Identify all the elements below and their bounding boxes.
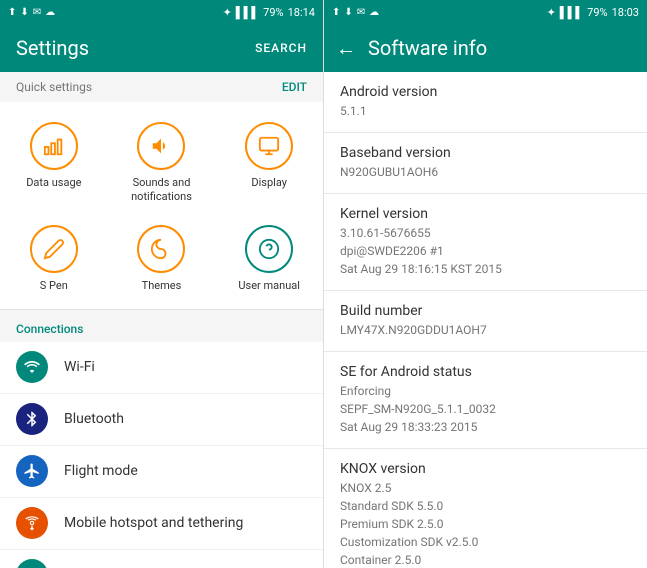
status-right-left-icons: ⬆ ⬇ ✉ ☁	[332, 7, 379, 18]
quick-settings-grid: Data usage Sounds and notifications Disp…	[0, 102, 323, 309]
signal-icon: ▌▌▌	[236, 6, 259, 19]
kernel-version-value: 3.10.61-5676655 dpi@SWDE2206 #1 Sat Aug …	[340, 224, 631, 278]
status-bar-right: ⬆ ⬇ ✉ ☁ ✦ ▌▌▌ 79% 18:03	[324, 0, 647, 24]
status-left-icons: ⬆ ⬇ ✉ ☁	[8, 7, 55, 18]
spen-label: S Pen	[40, 279, 68, 293]
software-info-title: Software info	[368, 36, 487, 60]
hotspot-label: Mobile hotspot and tethering	[64, 515, 243, 531]
message-icon-r: ✉	[357, 7, 365, 18]
flight-mode-item[interactable]: Flight mode	[0, 446, 323, 498]
display-label: Display	[251, 176, 287, 190]
display-icon-circle	[245, 122, 293, 170]
bluetooth-item[interactable]: Bluetooth	[0, 394, 323, 446]
download-icon: ⬇	[20, 7, 28, 18]
cloud-icon: ☁	[45, 7, 55, 18]
software-info-panel: ⬆ ⬇ ✉ ☁ ✦ ▌▌▌ 79% 18:03 ← Software info …	[323, 0, 647, 568]
status-right-icons: ✦ ▌▌▌ 79% 18:14	[223, 6, 315, 19]
toolbar-left: Settings SEARCH	[0, 24, 323, 72]
sounds-icon-circle	[137, 122, 185, 170]
quick-item-spen[interactable]: S Pen	[0, 213, 108, 301]
knox-version-value: KNOX 2.5 Standard SDK 5.5.0 Premium SDK …	[340, 479, 631, 568]
status-right-right-icons: ✦ ▌▌▌ 79% 18:03	[547, 6, 639, 19]
themes-icon-circle	[137, 225, 185, 273]
software-info-list: Android version 5.1.1 Baseband version N…	[324, 72, 647, 568]
quick-item-data-usage[interactable]: Data usage	[0, 110, 108, 213]
build-number-value: LMY47X.N920GDDU1AOH7	[340, 321, 631, 339]
quick-item-themes[interactable]: Themes	[108, 213, 216, 301]
quick-item-display[interactable]: Display	[215, 110, 323, 213]
time-right: 18:03	[612, 6, 639, 19]
quick-item-user-manual[interactable]: User manual	[215, 213, 323, 301]
bluetooth-icon	[16, 403, 48, 435]
bluetooth-status-icon: ✦	[223, 6, 232, 19]
edit-button[interactable]: EDIT	[282, 80, 307, 94]
user-manual-label: User manual	[238, 279, 300, 293]
quick-item-sounds[interactable]: Sounds and notifications	[108, 110, 216, 213]
download-icon-r: ⬇	[344, 7, 352, 18]
upload-icon-r: ⬆	[332, 7, 340, 18]
battery-right: 79%	[587, 6, 607, 19]
build-number-item: Build number LMY47X.N920GDDU1AOH7	[324, 291, 647, 352]
connections-section-header: Connections	[0, 310, 323, 342]
data-usage-item[interactable]: Data usage	[0, 550, 323, 568]
upload-icon: ⬆	[8, 7, 16, 18]
knox-version-label: KNOX version	[340, 461, 631, 477]
android-version-item: Android version 5.1.1	[324, 72, 647, 133]
themes-label: Themes	[142, 279, 182, 293]
wifi-label: Wi-Fi	[64, 359, 95, 375]
connections-list: Wi-Fi Bluetooth Flight mode Mobile hotsp…	[0, 342, 323, 568]
toolbar-right: ← Software info	[324, 24, 647, 72]
quick-settings-label: Quick settings	[16, 80, 92, 94]
user-manual-icon-circle	[245, 225, 293, 273]
data-usage-label: Data usage	[26, 176, 81, 190]
baseband-version-item: Baseband version N920GUBU1AOH6	[324, 133, 647, 194]
baseband-version-label: Baseband version	[340, 145, 631, 161]
sounds-label: Sounds and notifications	[116, 176, 208, 205]
android-version-label: Android version	[340, 84, 631, 100]
data-usage-icon-circle	[30, 122, 78, 170]
se-android-item: SE for Android status Enforcing SEPF_SM-…	[324, 352, 647, 449]
knox-version-item: KNOX version KNOX 2.5 Standard SDK 5.5.0…	[324, 449, 647, 568]
hotspot-icon	[16, 507, 48, 539]
kernel-version-item: Kernel version 3.10.61-5676655 dpi@SWDE2…	[324, 194, 647, 291]
se-android-label: SE for Android status	[340, 364, 631, 380]
battery-left: 79%	[263, 6, 283, 19]
spen-icon-circle	[30, 225, 78, 273]
bluetooth-status-icon-r: ✦	[547, 6, 556, 19]
time-left: 18:14	[288, 6, 315, 19]
wifi-icon	[16, 351, 48, 383]
cloud-icon-r: ☁	[369, 7, 379, 18]
message-icon: ✉	[33, 7, 41, 18]
back-button[interactable]: ←	[336, 36, 356, 61]
data-usage-2-icon	[16, 559, 48, 568]
flight-mode-label: Flight mode	[64, 463, 138, 479]
android-version-value: 5.1.1	[340, 102, 631, 120]
settings-title: Settings	[16, 36, 89, 60]
se-android-value: Enforcing SEPF_SM-N920G_5.1.1_0032 Sat A…	[340, 382, 631, 436]
status-bar-left: ⬆ ⬇ ✉ ☁ ✦ ▌▌▌ 79% 18:14	[0, 0, 323, 24]
wifi-item[interactable]: Wi-Fi	[0, 342, 323, 394]
bluetooth-label: Bluetooth	[64, 411, 124, 427]
quick-settings-header: Quick settings EDIT	[0, 72, 323, 102]
settings-panel: ⬆ ⬇ ✉ ☁ ✦ ▌▌▌ 79% 18:14 Settings SEARCH …	[0, 0, 323, 568]
baseband-version-value: N920GUBU1AOH6	[340, 163, 631, 181]
signal-icon-r: ▌▌▌	[560, 6, 583, 19]
hotspot-item[interactable]: Mobile hotspot and tethering	[0, 498, 323, 550]
build-number-label: Build number	[340, 303, 631, 319]
flight-mode-icon	[16, 455, 48, 487]
search-button[interactable]: SEARCH	[255, 41, 307, 55]
kernel-version-label: Kernel version	[340, 206, 631, 222]
